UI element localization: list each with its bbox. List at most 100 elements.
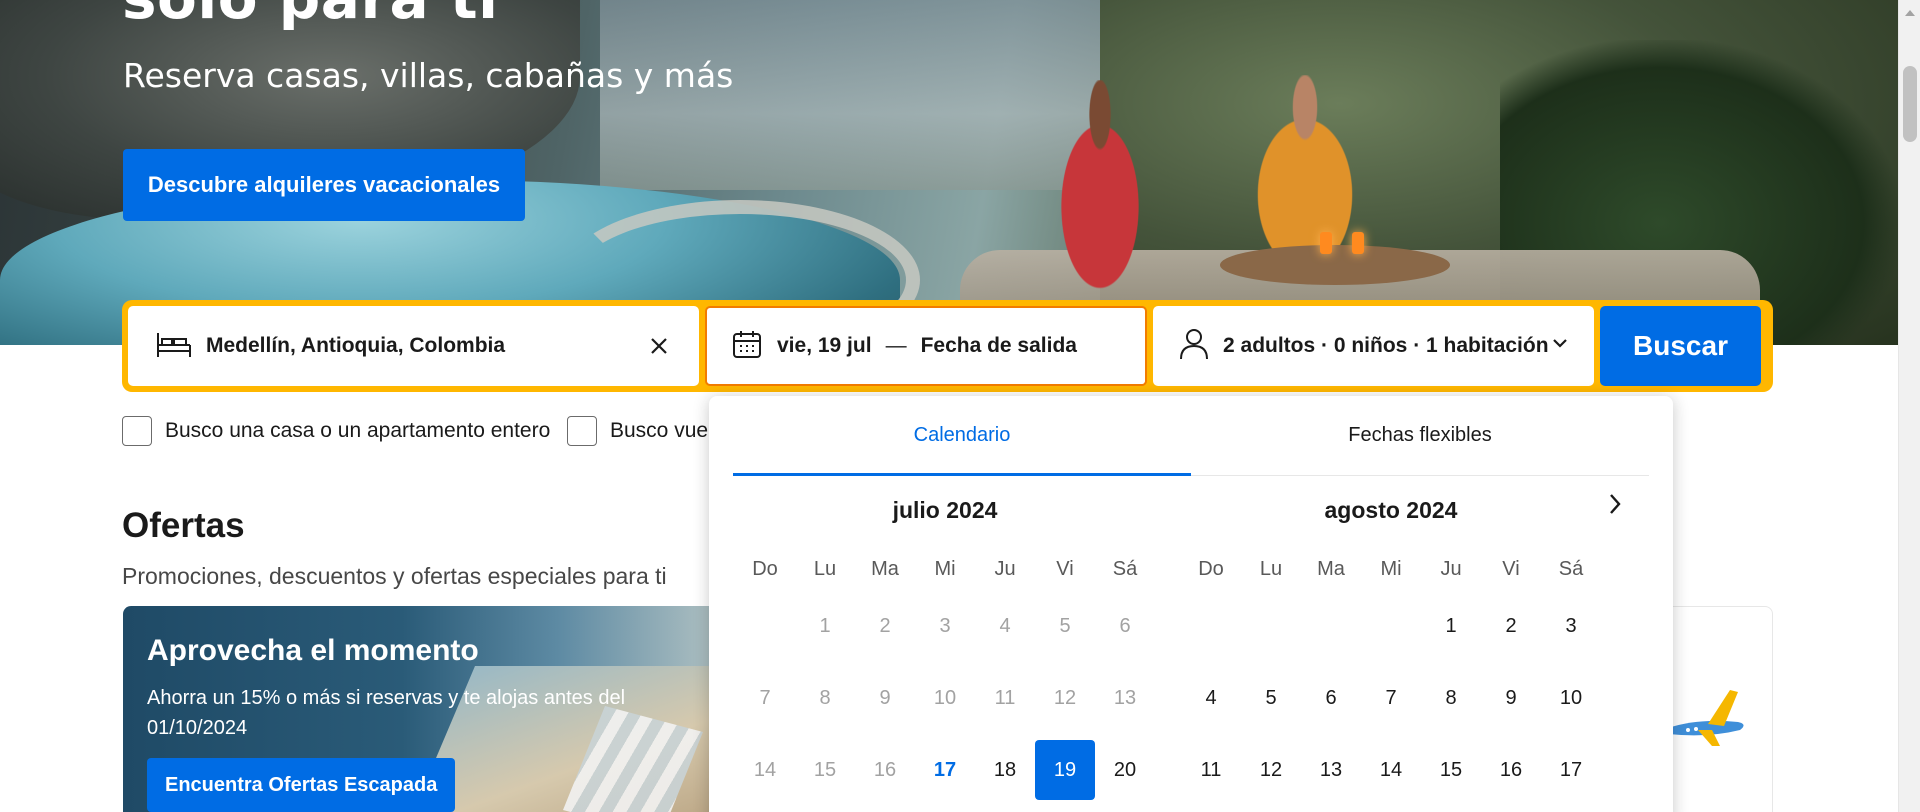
calendar-day[interactable]: 8 <box>1421 668 1481 728</box>
dates-field[interactable]: vie, 19 jul — Fecha de salida <box>705 306 1147 386</box>
calendar-day[interactable]: 11 <box>975 668 1035 728</box>
calendar-day[interactable]: 13 <box>1301 740 1361 800</box>
calendar-day[interactable]: 15 <box>795 740 855 800</box>
calendar-day[interactable]: 3 <box>915 596 975 656</box>
checkin-date: vie, 19 jul <box>777 334 872 357</box>
calendar-day[interactable]: 15 <box>1421 740 1481 800</box>
calendar-week: 4 5 6 7 8 9 10 <box>1181 668 1601 728</box>
calendar-day[interactable]: 6 <box>1301 668 1361 728</box>
entire-home-checkbox-row[interactable]: Busco una casa o un apartamento entero <box>122 416 550 446</box>
flights-checkbox[interactable] <box>567 416 597 446</box>
scroll-thumb[interactable] <box>1903 66 1917 142</box>
guests-field[interactable]: 2 adultos · 0 niños · 1 habitación <box>1153 306 1594 386</box>
weekday-header: Do Lu Ma Mi Ju Vi Sá <box>1181 554 1601 584</box>
day-grid: 1 2 3 4 5 6 7 8 9 10 11 12 13 14 15 16 17 <box>1181 596 1601 800</box>
calendar-day[interactable]: 5 <box>1241 668 1301 728</box>
calendar-day[interactable]: 3 <box>1541 596 1601 656</box>
checkout-date: Fecha de salida <box>920 334 1077 357</box>
weekday-label: Lu <box>813 558 837 580</box>
hero-table <box>1220 245 1450 285</box>
flights-label: Busco vuel <box>610 419 713 442</box>
calendar-day[interactable]: 1 <box>795 596 855 656</box>
date-picker-tabs: Calendario Fechas flexibles <box>733 396 1649 476</box>
search-bar: Medellín, Antioquia, Colombia vie, 19 ju… <box>122 300 1773 392</box>
calendar-day[interactable]: 17 <box>915 740 975 800</box>
calendar-day[interactable]: 10 <box>1541 668 1601 728</box>
destination-field[interactable]: Medellín, Antioquia, Colombia <box>128 306 699 386</box>
calendar-day-empty <box>1181 596 1241 656</box>
calendar-week: 11 12 13 14 15 16 17 <box>1181 740 1601 800</box>
calendar-day-empty <box>735 596 795 656</box>
calendar-day[interactable]: 9 <box>1481 668 1541 728</box>
calendar-day[interactable]: 8 <box>795 668 855 728</box>
destination-value: Medellín, Antioquia, Colombia <box>206 334 506 357</box>
calendar-day[interactable]: 1 <box>1421 596 1481 656</box>
calendar-day[interactable]: 16 <box>855 740 915 800</box>
calendar-day-empty <box>1361 596 1421 656</box>
calendar-day[interactable]: 14 <box>1361 740 1421 800</box>
offers-title: Ofertas <box>122 506 245 545</box>
offer-card-text: Ahorra un 15% o más si reservas y te alo… <box>147 687 626 739</box>
hero-subtitle: Reserva casas, villas, cabañas y más <box>123 56 734 95</box>
weekday-label: Do <box>752 558 778 580</box>
hero-candle <box>1320 232 1332 254</box>
find-getaway-deals-button[interactable]: Encuentra Ofertas Escapada <box>147 758 456 812</box>
calendar-day[interactable]: 4 <box>1181 668 1241 728</box>
offer-card-title: Aprovecha el momento <box>147 634 479 667</box>
month-title: julio 2024 <box>892 497 998 523</box>
weekday-label: Ju <box>1440 558 1462 580</box>
scroll-up-arrow[interactable] <box>1905 10 1915 16</box>
calendar-day-empty <box>1301 596 1361 656</box>
calendar-day[interactable]: 12 <box>1241 740 1301 800</box>
calendar-day[interactable]: 18 <box>975 740 1035 800</box>
person-icon <box>1179 328 1209 365</box>
calendar-day[interactable]: 20 <box>1095 740 1155 800</box>
weekday-label: Vi <box>1056 558 1074 580</box>
offer-card[interactable]: Aprovecha el momento Ahorra un 15% o más… <box>123 606 743 812</box>
tab-calendar[interactable]: Calendario <box>733 396 1191 476</box>
calendar-day[interactable]: 6 <box>1095 596 1155 656</box>
search-button[interactable]: Buscar <box>1600 306 1761 386</box>
calendar-day[interactable]: 11 <box>1181 740 1241 800</box>
calendar-icon <box>731 328 763 365</box>
calendar-day[interactable]: 7 <box>1361 668 1421 728</box>
date-picker: Calendario Fechas flexibles julio 2024 D… <box>709 396 1673 812</box>
chevron-down-icon <box>1550 336 1570 355</box>
weekday-label: Mi <box>1380 558 1402 580</box>
calendar-day[interactable]: 4 <box>975 596 1035 656</box>
calendar-day[interactable]: 2 <box>855 596 915 656</box>
flights-checkbox-row[interactable]: Busco vuel <box>567 416 713 446</box>
date-separator: — <box>885 334 907 357</box>
calendar-day[interactable]: 14 <box>735 740 795 800</box>
entire-home-label: Busco una casa o un apartamento entero <box>165 419 551 442</box>
bed-icon <box>156 329 192 364</box>
day-grid: 1 2 3 4 5 6 7 8 9 10 11 12 13 14 15 16 17 18 19 20 <box>735 596 1155 800</box>
hero-person-man <box>1040 80 1160 310</box>
calendar-day[interactable]: 17 <box>1541 740 1601 800</box>
hero-candle <box>1352 232 1364 254</box>
entire-home-checkbox[interactable] <box>122 416 152 446</box>
weekday-label: Ju <box>994 558 1016 580</box>
month-july: julio 2024 Do Lu Ma Mi Ju Vi Sá 1 2 3 4 5 6 7 8 9 10 11 1… <box>735 490 1155 800</box>
close-icon[interactable] <box>645 332 673 360</box>
calendar-week: 123456 <box>735 596 1155 656</box>
calendar-day[interactable]: 10 <box>915 668 975 728</box>
offers-subtitle: Promociones, descuentos y ofertas especi… <box>122 563 667 589</box>
next-month-button[interactable] <box>1595 486 1635 526</box>
calendar-day[interactable]: 7 <box>735 668 795 728</box>
tab-flexible-dates[interactable]: Fechas flexibles <box>1191 396 1649 475</box>
weekday-label: Ma <box>871 558 899 580</box>
calendar-day[interactable]: 19 <box>1035 740 1095 800</box>
calendar-day[interactable]: 2 <box>1481 596 1541 656</box>
discover-vacation-rentals-button[interactable]: Descubre alquileres vacacionales <box>123 149 525 221</box>
calendar-day[interactable]: 12 <box>1035 668 1095 728</box>
calendar-day[interactable]: 13 <box>1095 668 1155 728</box>
weekday-label: Vi <box>1502 558 1520 580</box>
weekday-label: Ma <box>1317 558 1345 580</box>
page-scrollbar[interactable] <box>1898 0 1920 812</box>
calendar-day[interactable]: 5 <box>1035 596 1095 656</box>
calendar-day[interactable]: 16 <box>1481 740 1541 800</box>
hero-title: solo para ti <box>122 0 499 32</box>
calendar-week: 14 15 16 17 18 19 20 <box>735 740 1155 800</box>
calendar-day[interactable]: 9 <box>855 668 915 728</box>
